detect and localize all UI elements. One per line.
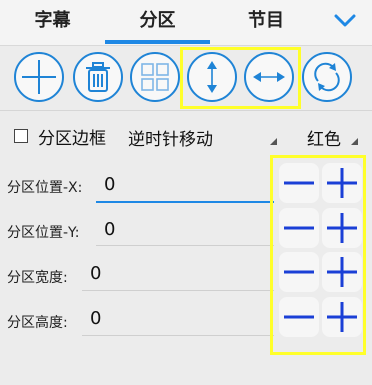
toolbar-highlight bbox=[180, 47, 301, 109]
rotate-icon bbox=[314, 62, 340, 92]
field-label-width: 分区宽度: bbox=[7, 270, 68, 286]
tab-program[interactable]: 节目 bbox=[210, 0, 322, 42]
border-checkbox[interactable] bbox=[14, 129, 28, 143]
width-underline bbox=[82, 290, 274, 291]
tab-bar: 字幕 分区 节目 bbox=[0, 0, 372, 45]
tabbar-divider bbox=[0, 45, 372, 46]
move-mode-select[interactable]: 逆时针移动 bbox=[128, 125, 213, 150]
delete-button[interactable] bbox=[73, 52, 123, 102]
border-checkbox-label: 分区边框 bbox=[38, 128, 106, 149]
height-underline bbox=[82, 335, 274, 336]
border-color-select[interactable]: 红色 bbox=[307, 125, 341, 150]
dropdown-corner-icon bbox=[270, 138, 277, 145]
tab-subtitle[interactable]: 字幕 bbox=[0, 0, 105, 42]
field-label-y: 分区位置-Y: bbox=[7, 225, 80, 241]
trash-icon bbox=[86, 62, 110, 92]
toolbar-divider bbox=[0, 110, 372, 111]
position-x-underline bbox=[96, 201, 274, 203]
width-input[interactable]: 0 bbox=[90, 263, 101, 284]
position-y-input[interactable]: 0 bbox=[104, 219, 115, 240]
add-icon bbox=[22, 60, 56, 94]
stepper-highlight bbox=[270, 155, 366, 355]
dropdown-corner-icon bbox=[351, 138, 358, 145]
chevron-down-icon[interactable] bbox=[334, 12, 356, 30]
border-option-row: 分区边框 bbox=[14, 124, 106, 149]
position-y-underline bbox=[96, 245, 274, 246]
grid-icon bbox=[141, 63, 169, 91]
position-x-input[interactable]: 0 bbox=[104, 174, 115, 195]
add-button[interactable] bbox=[14, 52, 64, 102]
grid-button[interactable] bbox=[130, 52, 180, 102]
field-label-x: 分区位置-X: bbox=[7, 180, 83, 196]
rotate-button[interactable] bbox=[302, 52, 352, 102]
height-input[interactable]: 0 bbox=[90, 308, 101, 329]
active-tab-indicator bbox=[105, 40, 210, 44]
field-label-height: 分区高度: bbox=[7, 315, 68, 331]
tab-partition[interactable]: 分区 bbox=[105, 0, 210, 42]
